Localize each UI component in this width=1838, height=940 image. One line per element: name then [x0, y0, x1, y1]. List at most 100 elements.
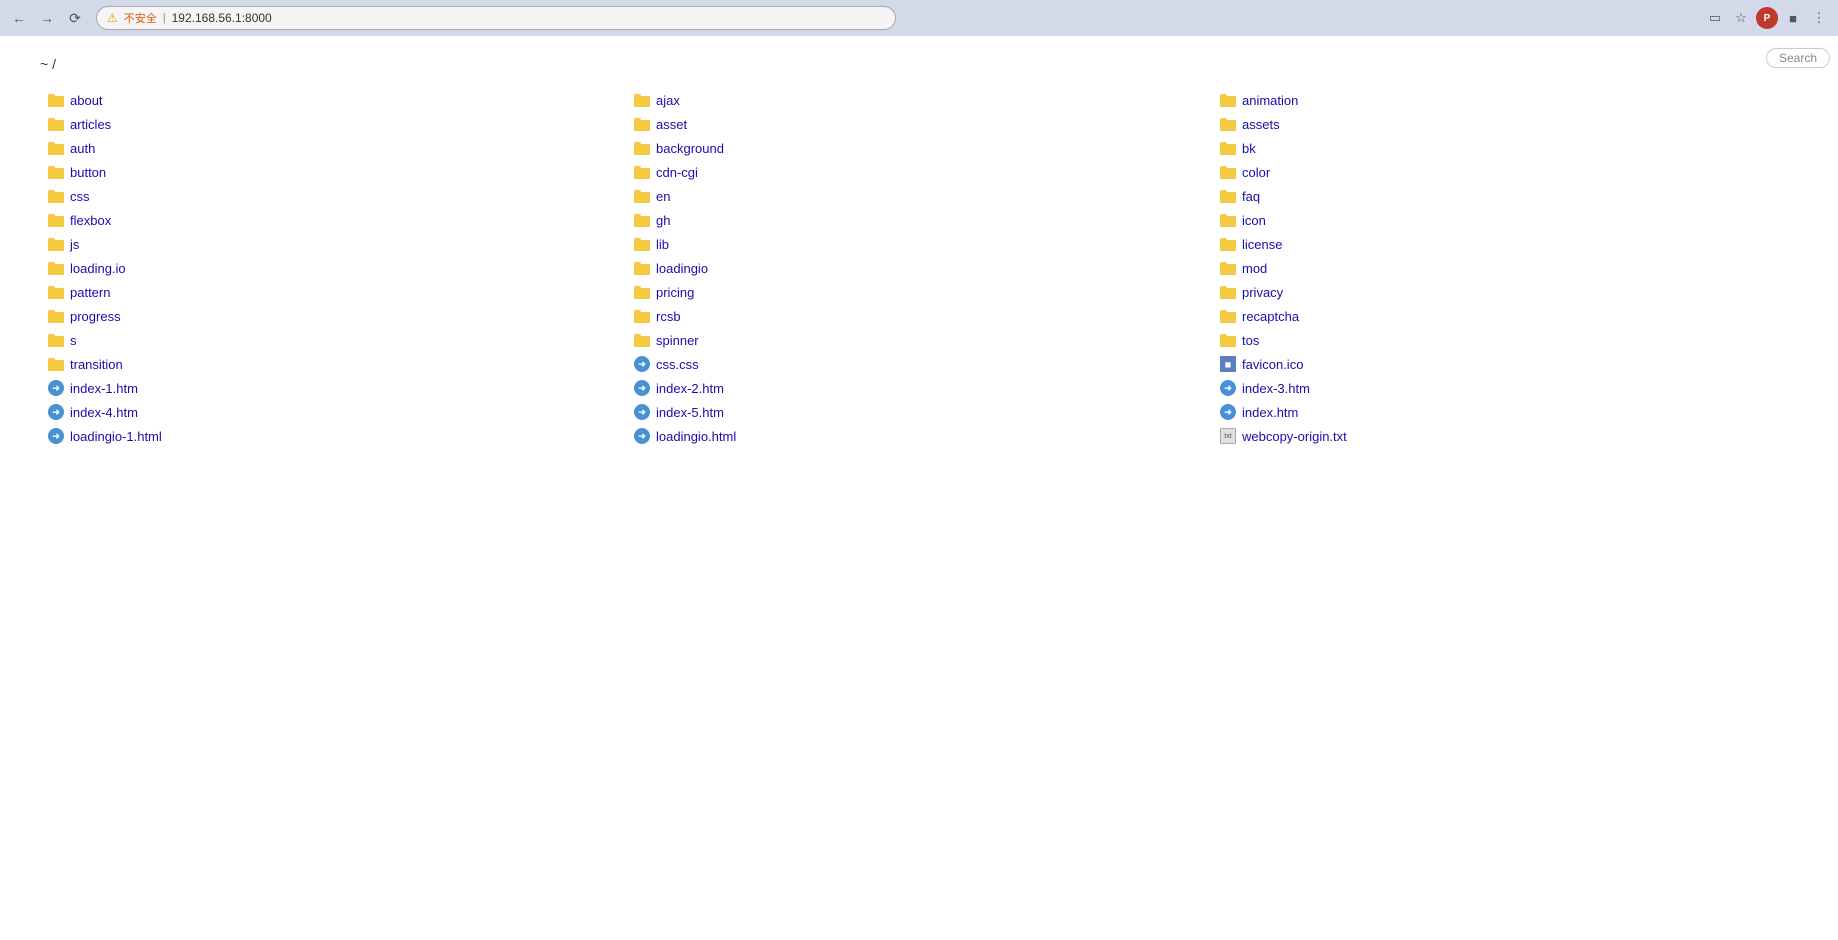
extensions-icon[interactable]: ■: [1782, 7, 1804, 29]
list-item[interactable]: transition: [40, 352, 626, 376]
list-item[interactable]: tos: [1212, 328, 1798, 352]
file-link[interactable]: tos: [1242, 333, 1259, 348]
list-item[interactable]: asset: [626, 112, 1212, 136]
file-link[interactable]: license: [1242, 237, 1282, 252]
list-item[interactable]: loading.io: [40, 256, 626, 280]
file-link[interactable]: privacy: [1242, 285, 1283, 300]
list-item[interactable]: articles: [40, 112, 626, 136]
list-item[interactable]: progress: [40, 304, 626, 328]
menu-icon[interactable]: ⋮: [1808, 7, 1830, 29]
back-button[interactable]: ←: [8, 7, 30, 29]
file-link[interactable]: auth: [70, 141, 95, 156]
reload-button[interactable]: ⟳: [64, 7, 86, 29]
list-item[interactable]: color: [1212, 160, 1798, 184]
list-item[interactable]: auth: [40, 136, 626, 160]
file-link[interactable]: spinner: [656, 333, 699, 348]
list-item[interactable]: txtwebcopy-origin.txt: [1212, 424, 1798, 448]
list-item[interactable]: privacy: [1212, 280, 1798, 304]
list-item[interactable]: bk: [1212, 136, 1798, 160]
file-link[interactable]: mod: [1242, 261, 1267, 276]
file-link[interactable]: ajax: [656, 93, 680, 108]
file-link[interactable]: webcopy-origin.txt: [1242, 429, 1347, 444]
list-item[interactable]: lib: [626, 232, 1212, 256]
profile-icon[interactable]: P: [1756, 7, 1778, 29]
forward-button[interactable]: →: [36, 7, 58, 29]
list-item[interactable]: loadingio: [626, 256, 1212, 280]
file-link[interactable]: favicon.ico: [1242, 357, 1303, 372]
file-link[interactable]: icon: [1242, 213, 1266, 228]
bookmark-icon[interactable]: ☆: [1730, 7, 1752, 29]
file-link[interactable]: faq: [1242, 189, 1260, 204]
file-link[interactable]: button: [70, 165, 106, 180]
file-link[interactable]: index-1.htm: [70, 381, 138, 396]
list-item[interactable]: pattern: [40, 280, 626, 304]
list-item[interactable]: button: [40, 160, 626, 184]
list-item[interactable]: ➜loadingio.html: [626, 424, 1212, 448]
file-link[interactable]: index-4.htm: [70, 405, 138, 420]
list-item[interactable]: license: [1212, 232, 1798, 256]
list-item[interactable]: mod: [1212, 256, 1798, 280]
file-link[interactable]: recaptcha: [1242, 309, 1299, 324]
file-link[interactable]: index.htm: [1242, 405, 1298, 420]
file-link[interactable]: articles: [70, 117, 111, 132]
list-item[interactable]: faq: [1212, 184, 1798, 208]
file-link[interactable]: background: [656, 141, 724, 156]
file-link[interactable]: lib: [656, 237, 669, 252]
cast-icon[interactable]: ▭: [1704, 7, 1726, 29]
list-item[interactable]: pricing: [626, 280, 1212, 304]
file-link[interactable]: transition: [70, 357, 123, 372]
file-link[interactable]: loadingio.html: [656, 429, 736, 444]
file-link[interactable]: asset: [656, 117, 687, 132]
list-item[interactable]: js: [40, 232, 626, 256]
file-link[interactable]: s: [70, 333, 77, 348]
address-bar[interactable]: ⚠ 不安全 | 192.168.56.1:8000: [96, 6, 896, 30]
file-link[interactable]: flexbox: [70, 213, 111, 228]
list-item[interactable]: ➜css.css: [626, 352, 1212, 376]
list-item[interactable]: ➜index-2.htm: [626, 376, 1212, 400]
list-item[interactable]: ➜loadingio-1.html: [40, 424, 626, 448]
list-item[interactable]: en: [626, 184, 1212, 208]
list-item[interactable]: about: [40, 88, 626, 112]
list-item[interactable]: spinner: [626, 328, 1212, 352]
file-link[interactable]: css.css: [656, 357, 699, 372]
file-link[interactable]: gh: [656, 213, 670, 228]
file-link[interactable]: about: [70, 93, 103, 108]
file-link[interactable]: js: [70, 237, 79, 252]
file-link[interactable]: color: [1242, 165, 1270, 180]
file-link[interactable]: animation: [1242, 93, 1298, 108]
list-item[interactable]: css: [40, 184, 626, 208]
file-link[interactable]: rcsb: [656, 309, 681, 324]
list-item[interactable]: assets: [1212, 112, 1798, 136]
list-item[interactable]: background: [626, 136, 1212, 160]
file-link[interactable]: index-3.htm: [1242, 381, 1310, 396]
file-link[interactable]: index-2.htm: [656, 381, 724, 396]
file-link[interactable]: index-5.htm: [656, 405, 724, 420]
list-item[interactable]: flexbox: [40, 208, 626, 232]
file-link[interactable]: cdn-cgi: [656, 165, 698, 180]
file-link[interactable]: progress: [70, 309, 121, 324]
list-item[interactable]: icon: [1212, 208, 1798, 232]
file-link[interactable]: pricing: [656, 285, 694, 300]
list-item[interactable]: animation: [1212, 88, 1798, 112]
list-item[interactable]: s: [40, 328, 626, 352]
list-item[interactable]: gh: [626, 208, 1212, 232]
file-link[interactable]: loadingio: [656, 261, 708, 276]
search-box[interactable]: Search: [1766, 48, 1830, 68]
list-item[interactable]: cdn-cgi: [626, 160, 1212, 184]
list-item[interactable]: ajax: [626, 88, 1212, 112]
file-link[interactable]: bk: [1242, 141, 1256, 156]
file-link[interactable]: loading.io: [70, 261, 126, 276]
list-item[interactable]: ➜index-1.htm: [40, 376, 626, 400]
list-item[interactable]: ➜index-3.htm: [1212, 376, 1798, 400]
file-link[interactable]: en: [656, 189, 670, 204]
list-item[interactable]: ➜index-4.htm: [40, 400, 626, 424]
file-link[interactable]: assets: [1242, 117, 1280, 132]
file-link[interactable]: pattern: [70, 285, 110, 300]
list-item[interactable]: ➜index.htm: [1212, 400, 1798, 424]
file-link[interactable]: css: [70, 189, 90, 204]
list-item[interactable]: recaptcha: [1212, 304, 1798, 328]
list-item[interactable]: ➜index-5.htm: [626, 400, 1212, 424]
file-link[interactable]: loadingio-1.html: [70, 429, 162, 444]
list-item[interactable]: ◼favicon.ico: [1212, 352, 1798, 376]
list-item[interactable]: rcsb: [626, 304, 1212, 328]
